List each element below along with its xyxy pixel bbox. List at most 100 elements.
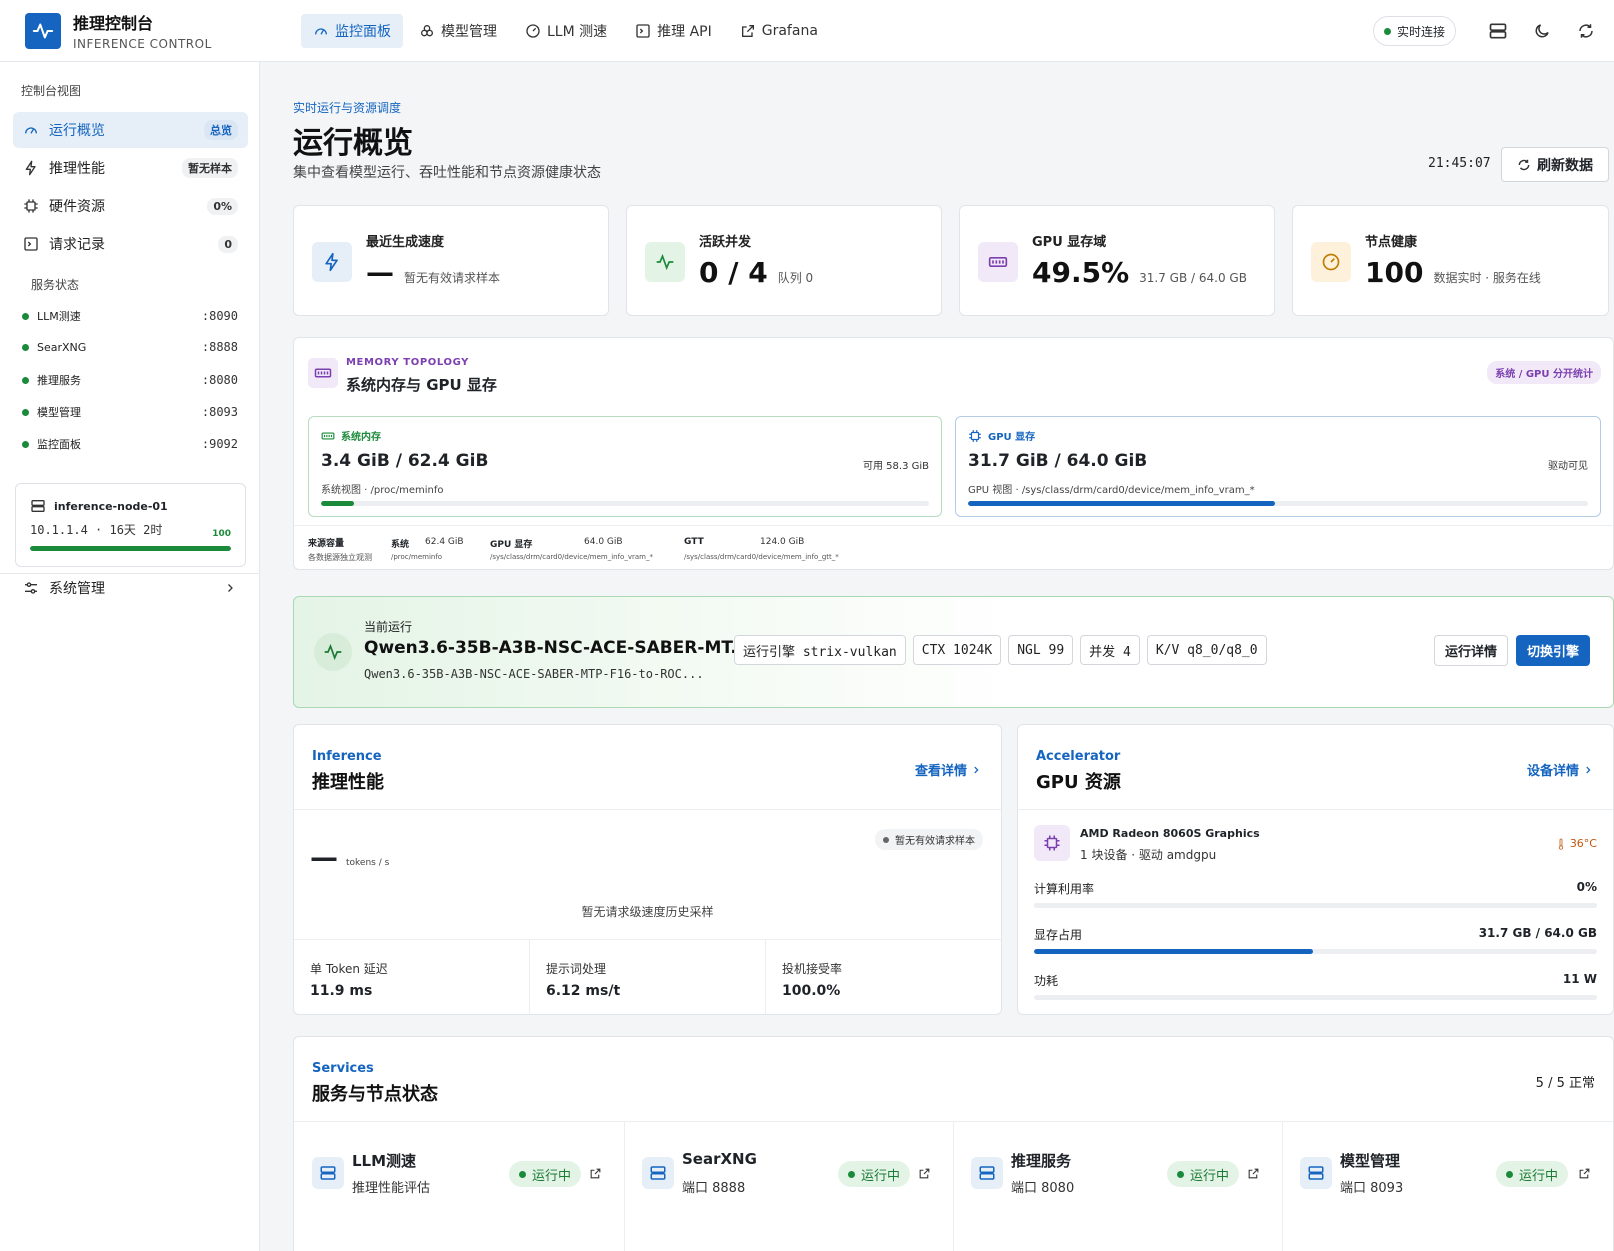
- memory-badge: 系统 / GPU 分开统计: [1487, 361, 1601, 384]
- gpu-memory-path: GPU 视图 · /sys/class/drm/card0/device/mem…: [968, 485, 1255, 496]
- sidebar-item-overview[interactable]: 运行概览 总览: [13, 112, 248, 148]
- moon-icon: [1535, 24, 1549, 38]
- inference-details-link[interactable]: 查看详情: [915, 760, 981, 779]
- service-name: 模型管理: [1340, 1152, 1401, 1170]
- sidebar-item-label: 系统管理: [49, 581, 105, 597]
- run-details-button[interactable]: 运行详情: [1434, 635, 1508, 666]
- sidebar-item-hardware[interactable]: 硬件资源 0%: [13, 188, 248, 224]
- sidebar-service-llm[interactable]: LLM测速:8090: [22, 308, 238, 324]
- nav-label: LLM 测速: [547, 23, 608, 40]
- capacity-name: GTT: [684, 537, 704, 547]
- gpu-memory-label: GPU 显存: [988, 432, 1036, 443]
- service-card-searxng[interactable]: SearXNG 端口 8888 运行中: [624, 1122, 953, 1226]
- status-badge: 运行中: [1167, 1161, 1240, 1187]
- live-label: 实时连接: [1396, 24, 1445, 39]
- refresh-button[interactable]: [1564, 22, 1608, 40]
- status-badge: 运行中: [1496, 1161, 1569, 1187]
- top-bar: 推理控制台 INFERENCE CONTROL 监控面板 模型管理 LLM 测速…: [0, 0, 1614, 62]
- capacity-value: 62.4 GiB: [425, 537, 464, 547]
- kpi-label: 节点健康: [1365, 235, 1418, 250]
- kpi-card-concurrency: 活跃并发 0 / 4 队列 0: [626, 205, 942, 316]
- nav-models[interactable]: 模型管理: [407, 14, 509, 48]
- speedometer-icon: [526, 23, 540, 38]
- nav-grafana[interactable]: Grafana: [728, 14, 830, 48]
- current-run-label: 当前运行: [364, 620, 413, 634]
- node-card[interactable]: inference-node-01 10.1.1.4 · 16天 2时 100: [15, 483, 246, 567]
- model-name: Qwen3.6-35B-A3B-NSC-ACE-SABER-MT...: [364, 638, 750, 658]
- capacity-path: /sys/class/drm/card0/device/mem_info_gtt…: [684, 553, 839, 561]
- vram-usage-bar: [1034, 949, 1597, 954]
- chip-icon: [969, 429, 981, 442]
- speedometer-icon: [1311, 242, 1351, 282]
- metric-label: 提示词处理: [546, 962, 607, 976]
- sidebar-service-searxng[interactable]: SearXNG:8888: [22, 340, 238, 354]
- kpi-value: 100: [1365, 256, 1424, 289]
- bolt-icon: [312, 242, 352, 282]
- service-sub: 推理性能评估: [352, 1181, 431, 1196]
- gpu-memory-value: 31.7 GiB / 64.0 GiB: [968, 451, 1148, 471]
- service-card-llm[interactable]: LLM测速 推理性能评估 运行中: [294, 1122, 624, 1226]
- chip-icon: [24, 199, 38, 213]
- page-eyebrow: 实时运行与资源调度: [293, 101, 402, 115]
- pulse-icon: [25, 12, 61, 49]
- services-summary: 5 / 5 正常: [1535, 1076, 1595, 1091]
- external-link-icon: [1579, 1168, 1590, 1179]
- gpu-row-value: 31.7 GB / 64.0 GB: [1478, 926, 1597, 940]
- ctx-chip: CTX 1024K: [912, 635, 1002, 665]
- kpi-label: 最近生成速度: [366, 235, 445, 250]
- current-run-card: 当前运行 Qwen3.6-35B-A3B-NSC-ACE-SABER-MT...…: [293, 596, 1614, 708]
- kpi-sub: 队列 0: [777, 271, 814, 285]
- brand[interactable]: 推理控制台 INFERENCE CONTROL: [25, 10, 275, 51]
- link-label: 设备详情: [1526, 764, 1579, 779]
- sidebar-badge: 暂无样本: [182, 158, 238, 178]
- server-button[interactable]: [1476, 21, 1520, 41]
- temp-value: 36°C: [1569, 837, 1597, 850]
- gpu-eyebrow: Accelerator: [1036, 749, 1121, 764]
- inference-title: 推理性能: [312, 772, 384, 793]
- gauge-icon: [315, 27, 327, 35]
- sidebar-item-performance[interactable]: 推理性能 暂无样本: [13, 150, 248, 186]
- engine-chip: 运行引擎 strix-vulkan: [734, 635, 906, 665]
- service-card-inference[interactable]: 推理服务 端口 8080 运行中: [953, 1122, 1282, 1226]
- nav-llm-benchmark[interactable]: LLM 测速: [513, 14, 619, 48]
- speed-unit: tokens / s: [346, 858, 390, 868]
- sidebar-service-models[interactable]: 模型管理:8093: [22, 404, 238, 420]
- device-details-link[interactable]: 设备详情: [1527, 760, 1593, 779]
- memory-title: 系统内存与 GPU 显存: [346, 376, 497, 394]
- status-badge: 运行中: [509, 1161, 582, 1187]
- external-link-icon: [590, 1168, 601, 1179]
- service-name: 推理服务: [37, 374, 81, 387]
- clock: 21:45:07: [1428, 156, 1491, 171]
- theme-toggle-button[interactable]: [1520, 22, 1564, 40]
- gpu-row-label: 显存占用: [1034, 928, 1083, 942]
- sidebar-item-admin[interactable]: 系统管理: [13, 570, 248, 606]
- service-card-models[interactable]: 模型管理 端口 8093 运行中: [1282, 1122, 1614, 1226]
- gpu-title: GPU 资源: [1036, 772, 1121, 793]
- switch-engine-button[interactable]: 切换引擎: [1516, 635, 1590, 666]
- service-port: :8080: [201, 373, 238, 387]
- brand-subtitle: INFERENCE CONTROL: [73, 37, 212, 51]
- system-memory-label: 系统内存: [341, 432, 381, 443]
- service-name: 推理服务: [1011, 1152, 1072, 1170]
- capacity-value: 124.0 GiB: [760, 537, 805, 547]
- gpu-device-name: AMD Radeon 8060S Graphics: [1080, 827, 1260, 840]
- memory-icon: [321, 432, 335, 439]
- nav-inference-api[interactable]: 推理 API: [623, 14, 724, 48]
- server-icon: [1300, 1157, 1332, 1189]
- compute-utilization-bar: [1034, 903, 1597, 908]
- refresh-data-button[interactable]: 刷新数据: [1501, 147, 1609, 182]
- sidebar-service-dashboard[interactable]: 监控面板:9092: [22, 436, 238, 452]
- service-sub: 端口 8888: [682, 1181, 746, 1196]
- status-label: 运行中: [532, 1168, 572, 1184]
- sidebar-service-inference[interactable]: 推理服务 :8080: [22, 372, 238, 388]
- external-link-icon: [741, 24, 754, 37]
- status-label: 运行中: [1190, 1168, 1230, 1184]
- inference-card: Inference 推理性能 查看详情 — tokens / s 暂无有效请求样…: [293, 724, 1002, 1015]
- pulse-icon: [314, 633, 352, 671]
- status-label: 运行中: [861, 1168, 901, 1184]
- system-memory-panel: 系统内存 3.4 GiB / 62.4 GiB 可用 58.3 GiB 系统视图…: [308, 416, 942, 517]
- external-link-icon: [1248, 1168, 1259, 1179]
- sidebar-item-requests[interactable]: 请求记录 0: [13, 226, 248, 262]
- chevron-right-icon: [1586, 766, 1591, 773]
- nav-dashboard[interactable]: 监控面板: [301, 13, 403, 48]
